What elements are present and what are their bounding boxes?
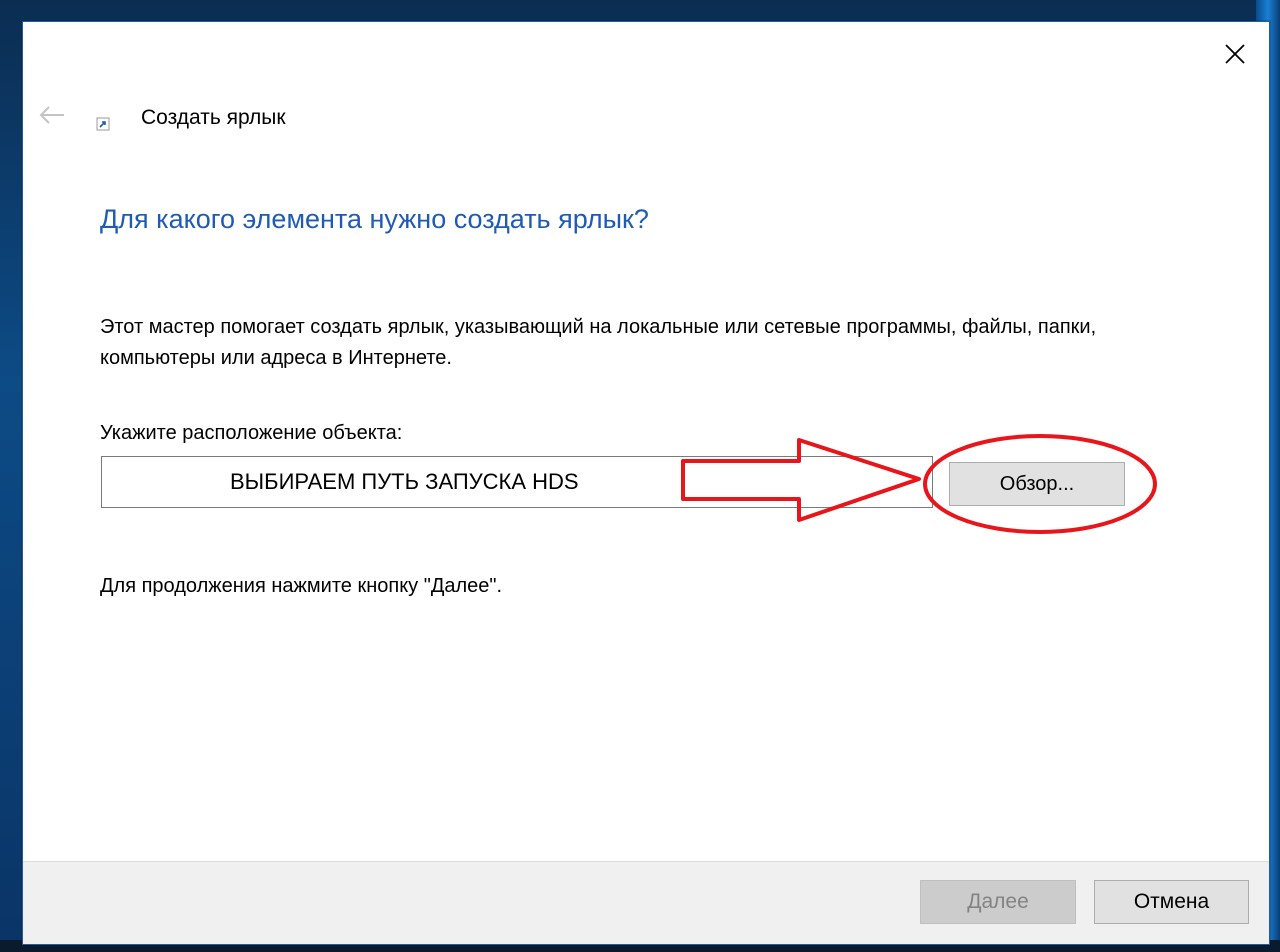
- wizard-description: Этот мастер помогает создать ярлык, указ…: [100, 316, 1097, 369]
- location-input[interactable]: [101, 456, 933, 508]
- cancel-button[interactable]: Отмена: [1094, 880, 1249, 924]
- next-button[interactable]: Далее: [920, 880, 1076, 924]
- back-button[interactable]: [37, 100, 67, 130]
- dialog-footer: Далее Отмена: [23, 861, 1269, 944]
- back-arrow-icon: [39, 106, 64, 124]
- location-label: Укажите расположение объекта:: [100, 422, 403, 444]
- close-icon: [1225, 44, 1245, 64]
- window-title: Создать ярлык: [141, 106, 286, 129]
- create-shortcut-dialog: Создать ярлык Для какого элемента нужно …: [22, 21, 1270, 945]
- browse-button[interactable]: Обзор...: [949, 462, 1125, 506]
- shortcut-icon: [96, 117, 110, 131]
- close-button[interactable]: [1215, 34, 1255, 74]
- page-heading: Для какого элемента нужно создать ярлык?: [100, 204, 649, 234]
- continue-hint: Для продолжения нажмите кнопку "Далее".: [100, 575, 503, 597]
